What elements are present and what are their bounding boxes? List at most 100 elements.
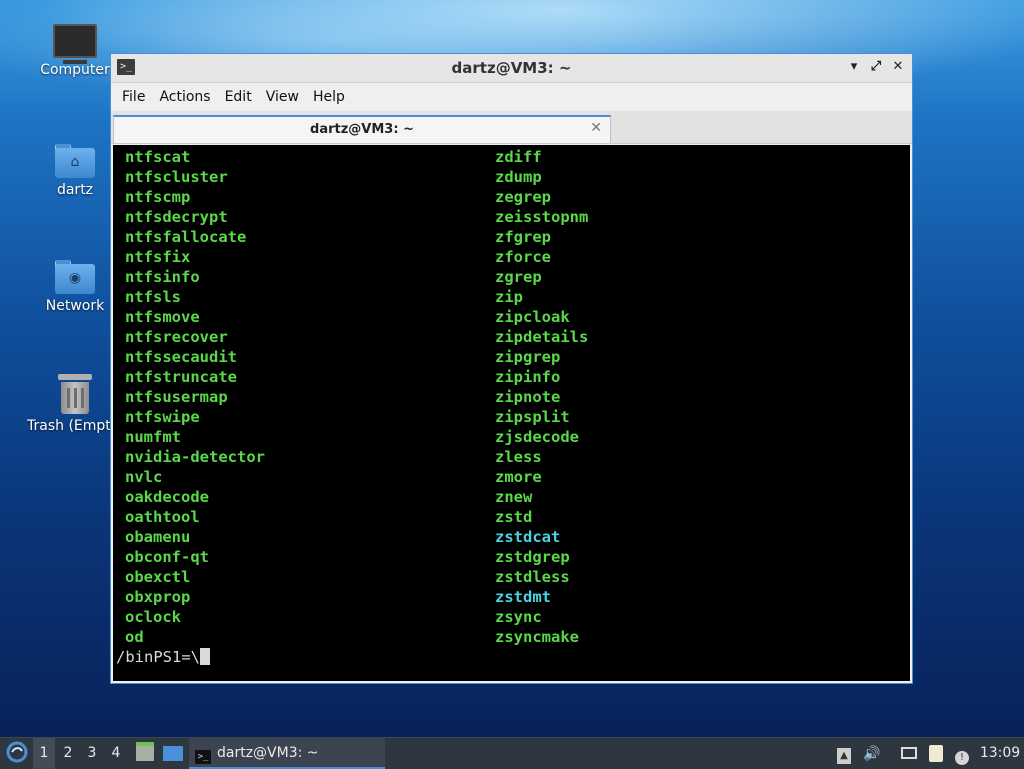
terminal-window: >_ dartz@VM3: ~ ▾ ⤢ ✕ File Actions Edit … <box>110 53 913 684</box>
prompt-text: /binPS1=\ <box>116 648 200 666</box>
network-icon[interactable] <box>900 745 918 763</box>
terminal-line-left: ntfsrecover <box>125 328 228 346</box>
terminal-line-left: od <box>125 628 144 646</box>
taskbar-window-terminal[interactable]: >_ dartz@VM3: ~ <box>189 738 385 769</box>
terminal-line-left: ntfswipe <box>125 408 200 426</box>
menu-bar: File Actions Edit View Help <box>111 83 912 111</box>
terminal-line-left: ntfssecaudit <box>125 348 237 366</box>
desktop-icon-network[interactable]: ◉ Network <box>27 260 123 314</box>
notification-icon[interactable]: ! <box>953 745 971 765</box>
terminal-line-right: zsync <box>495 608 542 626</box>
desktop-icon-label: Network <box>45 298 105 314</box>
desktop-icon-home[interactable]: ⌂ dartz <box>27 144 123 198</box>
terminal-line-right: zdump <box>495 168 542 186</box>
terminal-line-left: ntfscat <box>125 148 191 166</box>
taskbar-window-label: dartz@VM3: ~ <box>217 745 319 761</box>
window-title: dartz@VM3: ~ <box>451 59 572 77</box>
tab-bar: dartz@VM3: ~ ✕ <box>111 111 912 144</box>
terminal-line-left: ntfsusermap <box>125 388 228 406</box>
terminal-line-left: obamenu <box>125 528 191 546</box>
window-titlebar[interactable]: >_ dartz@VM3: ~ ▾ ⤢ ✕ <box>111 54 912 83</box>
desktop-icon-trash[interactable]: Trash (Empty) <box>27 374 123 434</box>
home-folder-icon: ⌂ <box>55 144 95 178</box>
terminal-line-left: ntfsls <box>125 288 181 306</box>
terminal-line-left: oclock <box>125 608 181 626</box>
menu-actions[interactable]: Actions <box>154 89 215 105</box>
terminal-line-right: zstdless <box>495 568 570 586</box>
terminal-icon: >_ <box>195 750 211 764</box>
menu-help[interactable]: Help <box>308 89 350 105</box>
lxqt-logo-icon <box>6 741 28 763</box>
file-manager-launcher[interactable] <box>134 738 156 769</box>
terminal-line-left: ntfsdecrypt <box>125 208 228 226</box>
desktop-icon-label: dartz <box>56 182 94 198</box>
show-desktop-button[interactable] <box>161 738 185 769</box>
tab-label: dartz@VM3: ~ <box>310 122 414 137</box>
terminal-line-right: zipinfo <box>495 368 561 386</box>
terminal-line-left: ntfsmove <box>125 308 200 326</box>
computer-icon <box>53 24 97 64</box>
trash-icon <box>58 374 92 414</box>
tab-close-icon[interactable]: ✕ <box>590 120 602 136</box>
clock[interactable]: 13:09 <box>978 738 1022 769</box>
terminal-line-right: zless <box>495 448 542 466</box>
tab-terminal[interactable]: dartz@VM3: ~ ✕ <box>113 115 611 143</box>
terminal-line-right: zstdcat <box>495 528 561 546</box>
terminal-line-right: zipsplit <box>495 408 570 426</box>
desktop-switch-3[interactable]: 3 <box>81 738 103 769</box>
terminal-line-right: zipdetails <box>495 328 589 346</box>
desktop-switch-4[interactable]: 4 <box>105 738 127 769</box>
terminal-line-right: zegrep <box>495 188 551 206</box>
terminal-line-left: oakdecode <box>125 488 209 506</box>
terminal-line-right: zip <box>495 288 523 306</box>
terminal-line-left: ntfsinfo <box>125 268 200 286</box>
taskbar: 1 2 3 4 >_ dartz@VM3: ~ ▲ 🔊 ! 13:09 <box>0 737 1024 769</box>
terminal-line-right: zforce <box>495 248 551 266</box>
menu-file[interactable]: File <box>117 89 150 105</box>
desktop-icon-label: Trash (Empty) <box>27 418 123 434</box>
network-folder-icon: ◉ <box>55 260 95 294</box>
terminal-left-column: ntfscat ntfscluster ntfscmp ntfsdecrypt ntfs… <box>125 147 265 647</box>
terminal-line-right: zmore <box>495 468 542 486</box>
terminal-line-right: zfgrep <box>495 228 551 246</box>
terminal-line-left: ntfscmp <box>125 188 191 206</box>
terminal-line-right: zipnote <box>495 388 561 406</box>
terminal-line-left: nvlc <box>125 468 163 486</box>
terminal-prompt[interactable]: /binPS1=\ <box>116 647 210 667</box>
volume-icon[interactable]: 🔊 <box>863 745 881 763</box>
terminal-line-left: obconf-qt <box>125 548 209 566</box>
terminal-line-right: zgrep <box>495 268 542 286</box>
desktop-icon-label: Computer <box>40 62 110 78</box>
terminal-output[interactable]: ntfscat ntfscluster ntfscmp ntfsdecrypt ntfs… <box>113 145 910 681</box>
terminal-line-right: zsyncmake <box>495 628 579 646</box>
menu-edit[interactable]: Edit <box>220 89 257 105</box>
terminal-line-right: zstd <box>495 508 533 526</box>
terminal-line-right: zjsdecode <box>495 428 579 446</box>
terminal-line-right: zipcloak <box>495 308 570 326</box>
desktop-switch-2[interactable]: 2 <box>57 738 79 769</box>
terminal-line-right: zeisstopnm <box>495 208 589 226</box>
terminal-line-left: ntfsfix <box>125 248 191 266</box>
terminal-line-right: zstdmt <box>495 588 551 606</box>
show-desktop-icon <box>163 746 183 761</box>
minimize-button[interactable]: ▾ <box>846 59 862 75</box>
terminal-line-right: zdiff <box>495 148 542 166</box>
terminal-line-left: obexctl <box>125 568 191 586</box>
terminal-line-left: ntfsfallocate <box>125 228 247 246</box>
terminal-line-left: obxprop <box>125 588 191 606</box>
terminal-line-right: znew <box>495 488 533 506</box>
updates-icon[interactable]: ▲ <box>835 745 853 764</box>
clipboard-icon[interactable] <box>927 745 945 763</box>
close-button[interactable]: ✕ <box>890 59 906 75</box>
file-manager-icon <box>136 742 154 761</box>
terminal-line-left: oathtool <box>125 508 200 526</box>
terminal-line-right: zstdgrep <box>495 548 570 566</box>
terminal-line-right: zipgrep <box>495 348 561 366</box>
maximize-button[interactable]: ⤢ <box>868 59 884 75</box>
desktop-switch-1[interactable]: 1 <box>33 738 55 769</box>
desktop-icon-computer[interactable]: Computer <box>27 24 123 78</box>
start-menu-button[interactable] <box>4 738 30 769</box>
terminal-line-left: ntfscluster <box>125 168 228 186</box>
menu-view[interactable]: View <box>261 89 304 105</box>
text-cursor <box>200 648 210 665</box>
